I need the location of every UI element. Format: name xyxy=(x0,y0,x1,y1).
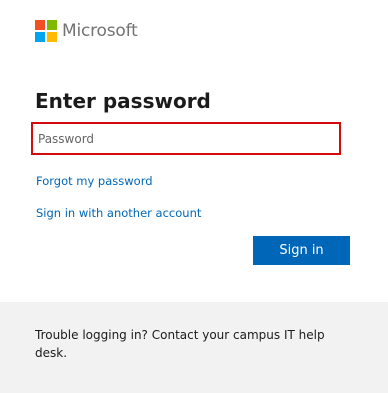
help-footer: Trouble logging in? Contact your campus … xyxy=(0,302,388,393)
logo-blue-square xyxy=(35,32,45,42)
forgot-password-link[interactable]: Forgot my password xyxy=(36,174,153,188)
sign-in-card: Microsoft Enter password Forgot my passw… xyxy=(0,0,388,302)
brand-name: Microsoft xyxy=(62,21,138,41)
page-title: Enter password xyxy=(35,89,211,113)
sign-in-button[interactable]: Sign in xyxy=(253,236,350,265)
password-input[interactable] xyxy=(31,122,341,155)
logo-yellow-square xyxy=(47,32,57,42)
microsoft-logo-icon xyxy=(35,20,57,42)
logo-green-square xyxy=(47,20,57,30)
help-text: Trouble logging in? Contact your campus … xyxy=(35,328,325,360)
other-account-link[interactable]: Sign in with another account xyxy=(36,206,201,220)
microsoft-logo: Microsoft xyxy=(35,20,138,42)
logo-red-square xyxy=(35,20,45,30)
